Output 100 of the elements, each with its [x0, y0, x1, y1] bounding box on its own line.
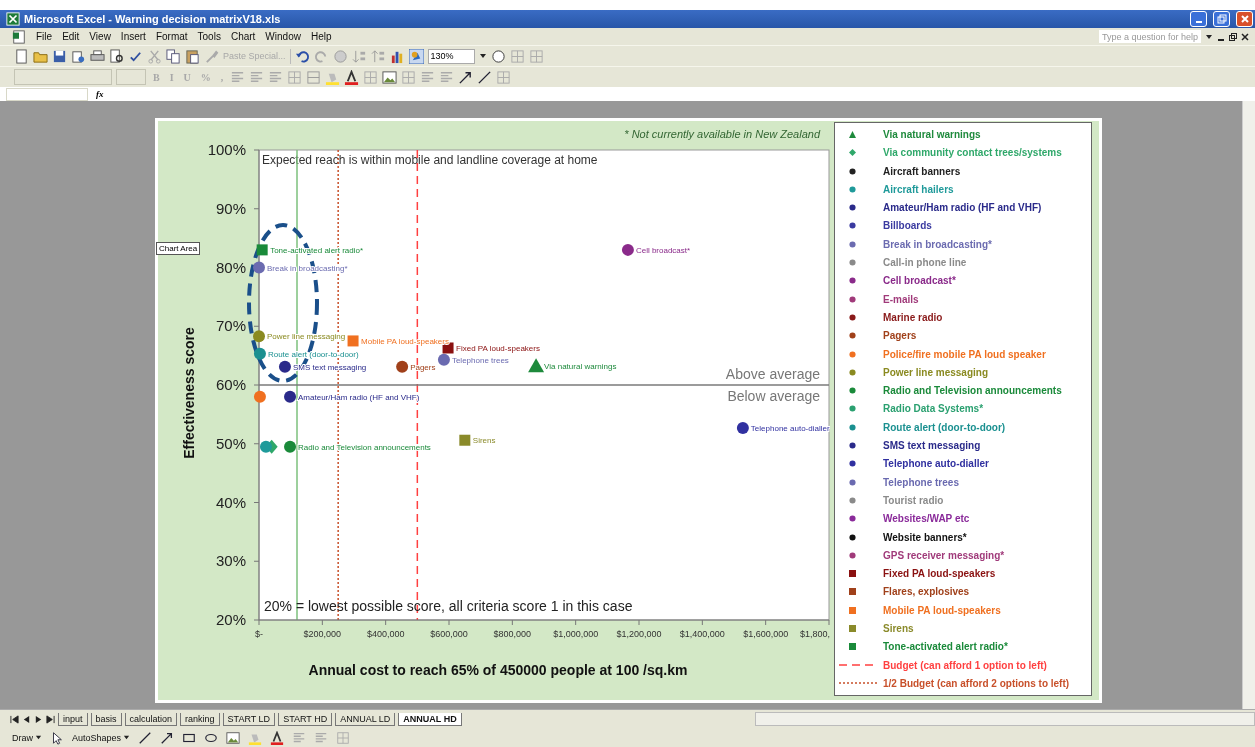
legend-line-icon — [839, 681, 877, 686]
caret-icon[interactable] — [123, 734, 131, 741]
caret-icon[interactable] — [35, 734, 42, 741]
data-point[interactable] — [253, 330, 265, 343]
zoom-field[interactable]: 130% — [427, 48, 475, 64]
picture-icon[interactable] — [382, 69, 398, 85]
restore-icon — [1216, 14, 1227, 24]
legend-label: Websites/WAP etc — [883, 513, 970, 525]
legend-label: Fixed PA loud-speakers — [883, 568, 996, 580]
legend-label: E-mails — [883, 293, 919, 305]
spreadsheet-icon — [6, 12, 20, 26]
next-sheet-icon[interactable] — [34, 714, 43, 724]
horizontal-scrollbar[interactable] — [754, 712, 1255, 726]
data-point[interactable] — [253, 347, 266, 360]
drawing-tools-icon[interactable] — [408, 48, 424, 64]
x-tick-label: $- — [255, 629, 263, 639]
y-tick-label: 70% — [215, 317, 246, 335]
font-color-icon[interactable] — [344, 69, 360, 85]
legend-label: Break in broadcasting* — [883, 238, 992, 250]
menu-item[interactable]: Chart — [230, 31, 256, 42]
legend-label: Via natural warnings — [883, 129, 981, 140]
menu-item[interactable]: File — [36, 31, 53, 42]
sheet-tab[interactable]: calculation — [124, 712, 178, 726]
legend-label: Radio Data Systems* — [883, 403, 984, 415]
menu-item[interactable]: Help — [310, 31, 332, 42]
clipboard-icon[interactable] — [185, 48, 200, 64]
data-point[interactable] — [736, 421, 749, 434]
font-size-field[interactable] — [116, 69, 146, 85]
legend-label: Billboards — [883, 220, 932, 232]
restore-icon[interactable] — [1229, 32, 1237, 41]
picture-icon[interactable] — [226, 730, 241, 745]
caret-icon[interactable] — [1205, 32, 1213, 41]
printer-icon[interactable] — [90, 48, 105, 64]
help-field[interactable]: Type a question for help — [1099, 30, 1201, 43]
data-label: Power line messaging — [267, 332, 346, 342]
sheet-tab[interactable]: START HD — [278, 712, 333, 726]
font-color-icon[interactable] — [270, 730, 285, 745]
legend-label: Tone-activated alert radio* — [883, 641, 1008, 653]
y-tick-label: 100% — [207, 141, 246, 158]
plot-caption: Expected reach is within mobile and landline coverage at home — [262, 153, 598, 167]
line-icon[interactable] — [477, 69, 493, 85]
undo-icon[interactable] — [294, 48, 310, 64]
data-label: Pagers — [410, 362, 436, 372]
legend-label: Radio and Television announcements — [883, 385, 1062, 397]
close-icon[interactable] — [1241, 32, 1249, 41]
caret-icon[interactable] — [478, 52, 487, 60]
sheet-tab[interactable]: ranking — [180, 712, 220, 726]
vertical-scrollbar[interactable] — [1242, 101, 1255, 709]
sheet-tab[interactable]: START LD — [222, 712, 276, 726]
arrow-icon[interactable] — [458, 69, 474, 85]
cursor-icon[interactable] — [50, 730, 64, 745]
font-field[interactable] — [14, 69, 112, 85]
menu-item[interactable]: Tools — [197, 31, 221, 42]
restore-button[interactable] — [1213, 11, 1230, 27]
data-point[interactable] — [396, 360, 409, 373]
x-tick-label: $600,000 — [430, 629, 468, 639]
legend-label: Aircraft banners — [883, 165, 961, 177]
menu-item[interactable]: Edit — [62, 31, 80, 42]
permission-icon[interactable] — [71, 48, 86, 64]
data-point[interactable] — [253, 261, 265, 274]
toolbar-button[interactable]: Draw — [12, 732, 33, 743]
function-label[interactable]: fx — [96, 89, 104, 99]
print-preview-icon[interactable] — [109, 48, 124, 64]
close-button[interactable] — [1236, 11, 1253, 27]
menu-item[interactable]: View — [89, 31, 111, 42]
data-label: Fixed PA loud-speakers — [456, 344, 540, 353]
y-tick-label: 60% — [215, 376, 246, 393]
chart-area[interactable] — [155, 118, 1102, 703]
legend-label: Sirens — [883, 623, 914, 634]
y-tick-label: 90% — [215, 199, 246, 217]
previous-sheet-icon[interactable] — [22, 714, 31, 724]
data-point[interactable] — [284, 390, 297, 403]
first-sheet-icon[interactable] — [10, 714, 19, 724]
last-sheet-icon[interactable] — [46, 714, 55, 724]
sheet-tab[interactable]: ANNUAL LD — [335, 712, 396, 726]
sheet-tab[interactable]: ANNUAL HD — [398, 712, 462, 726]
legend-label: Mobile PA loud-speakers — [883, 604, 1001, 616]
legend-label: Police/fire mobile PA loud speaker — [883, 348, 1046, 360]
y-tick-label: 30% — [215, 552, 246, 570]
data-point[interactable] — [621, 243, 634, 256]
sheet-tab[interactable]: basis — [90, 712, 122, 726]
data-label: Telephone trees — [451, 355, 509, 365]
x-tick-label: $200,000 — [303, 629, 342, 639]
new-file-icon[interactable] — [14, 48, 29, 64]
save-icon[interactable] — [52, 48, 67, 64]
line-icon[interactable] — [138, 730, 153, 745]
data-label: Amateur/Ham radio (HF and VHF) — [298, 392, 420, 402]
arrow-icon[interactable] — [160, 730, 175, 745]
minimize-button[interactable] — [1190, 11, 1207, 27]
menu-item[interactable]: Format — [155, 31, 188, 42]
menu-item[interactable]: Window — [265, 31, 301, 42]
copy-icon[interactable] — [166, 48, 181, 64]
legend-label: Tourist radio — [883, 494, 944, 506]
data-point[interactable] — [278, 360, 291, 373]
toolbar-button[interactable]: AutoShapes — [72, 732, 122, 743]
menu-item[interactable]: Insert — [120, 31, 146, 42]
legend-label: SMS text messaging — [883, 440, 981, 452]
sheet-tab[interactable]: input — [58, 712, 88, 726]
window-title: Microsoft Excel - Warning decision matrixV18.xls — [24, 13, 281, 25]
spreadsheet-icon[interactable] — [12, 29, 26, 44]
